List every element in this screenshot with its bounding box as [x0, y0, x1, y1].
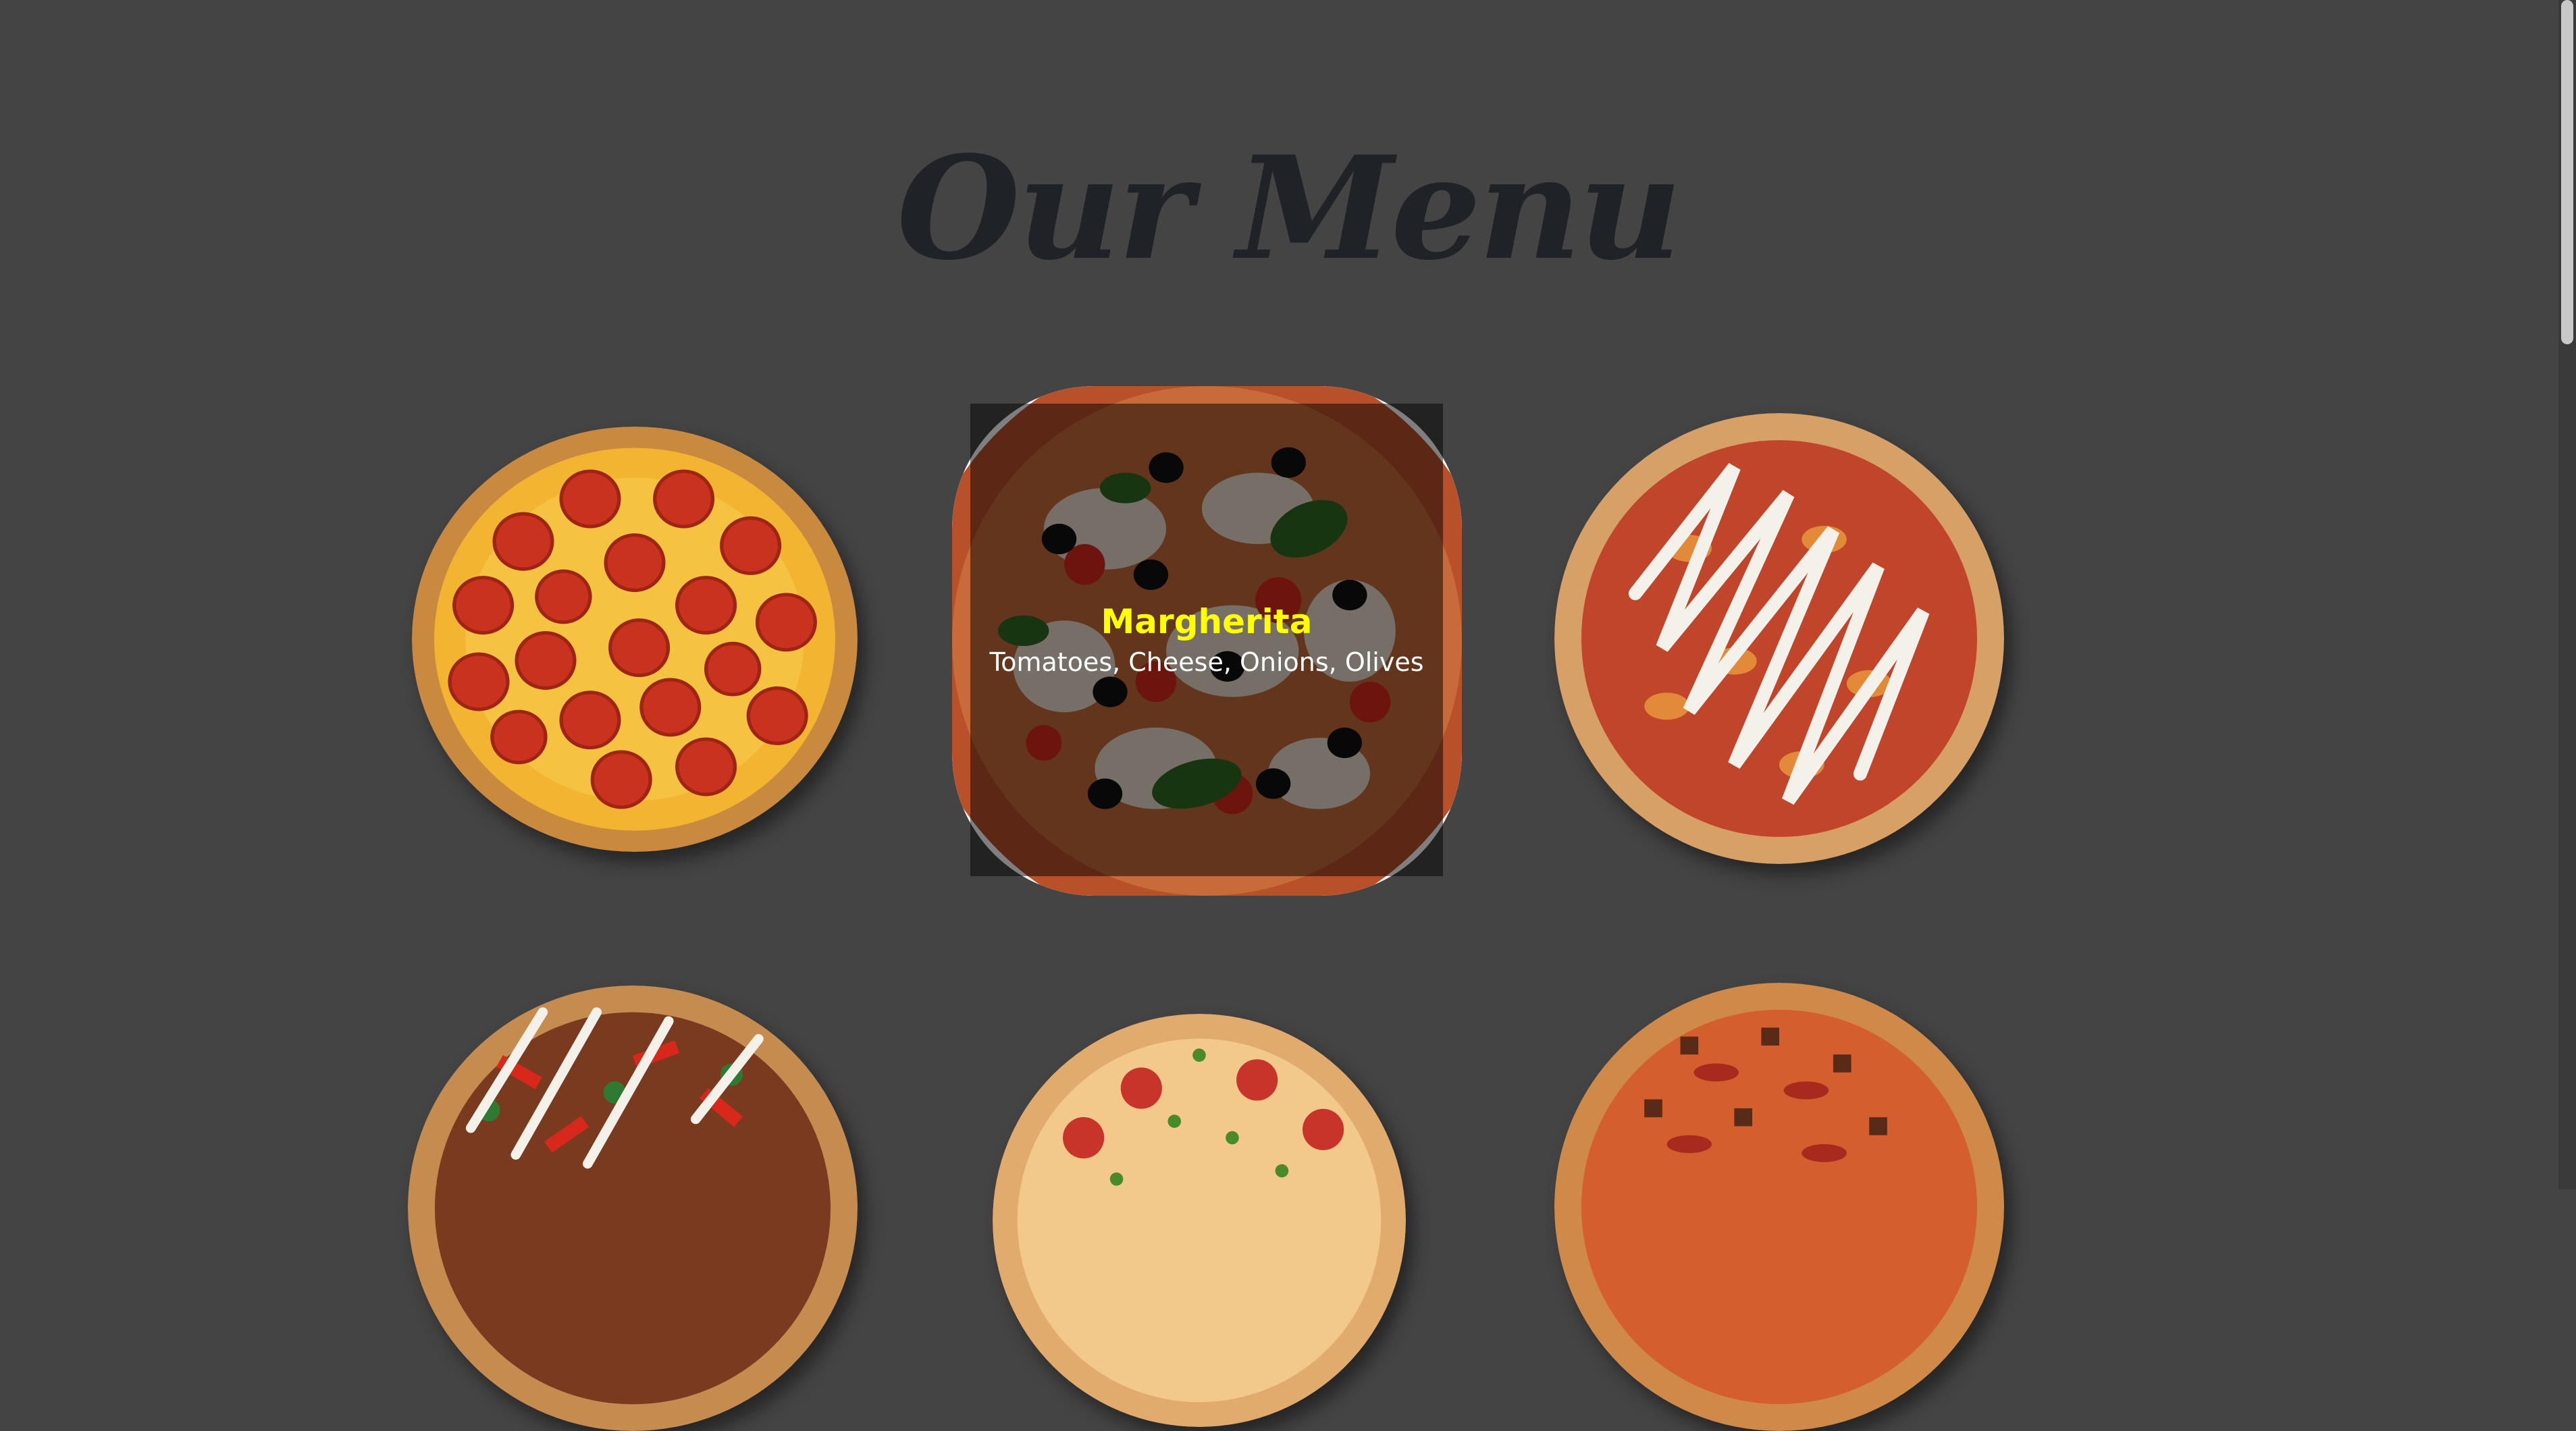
veggie-pepperoni-pizza-image — [993, 1014, 1406, 1427]
menu-item-spicy-chicken[interactable] — [408, 986, 858, 1431]
featured-pizza-description: Tomatoes, Cheese, Onions, Olives — [989, 647, 1424, 677]
menu-item-veggie-pepperoni[interactable] — [993, 1014, 1406, 1427]
menu-item-chicken-mayo[interactable] — [1554, 413, 2004, 864]
page-title: Our Menu — [897, 124, 1682, 292]
spicy-chicken-pizza-image — [408, 986, 858, 1431]
chicken-mayo-pizza-image — [1554, 413, 2004, 864]
featured-overlay: Margherita Tomatoes, Cheese, Onions, Oli… — [970, 404, 1443, 876]
vertical-scrollbar[interactable] — [2558, 0, 2576, 1189]
menu-item-pepperoni[interactable] — [412, 427, 858, 852]
menu-item-meat-feast[interactable] — [1554, 983, 2004, 1431]
meat-feast-pizza-image — [1554, 983, 2004, 1431]
featured-pizza-name: Margherita — [1101, 602, 1313, 641]
pepperoni-pizza-image — [412, 427, 858, 852]
scrollbar-thumb[interactable] — [2561, 0, 2573, 344]
